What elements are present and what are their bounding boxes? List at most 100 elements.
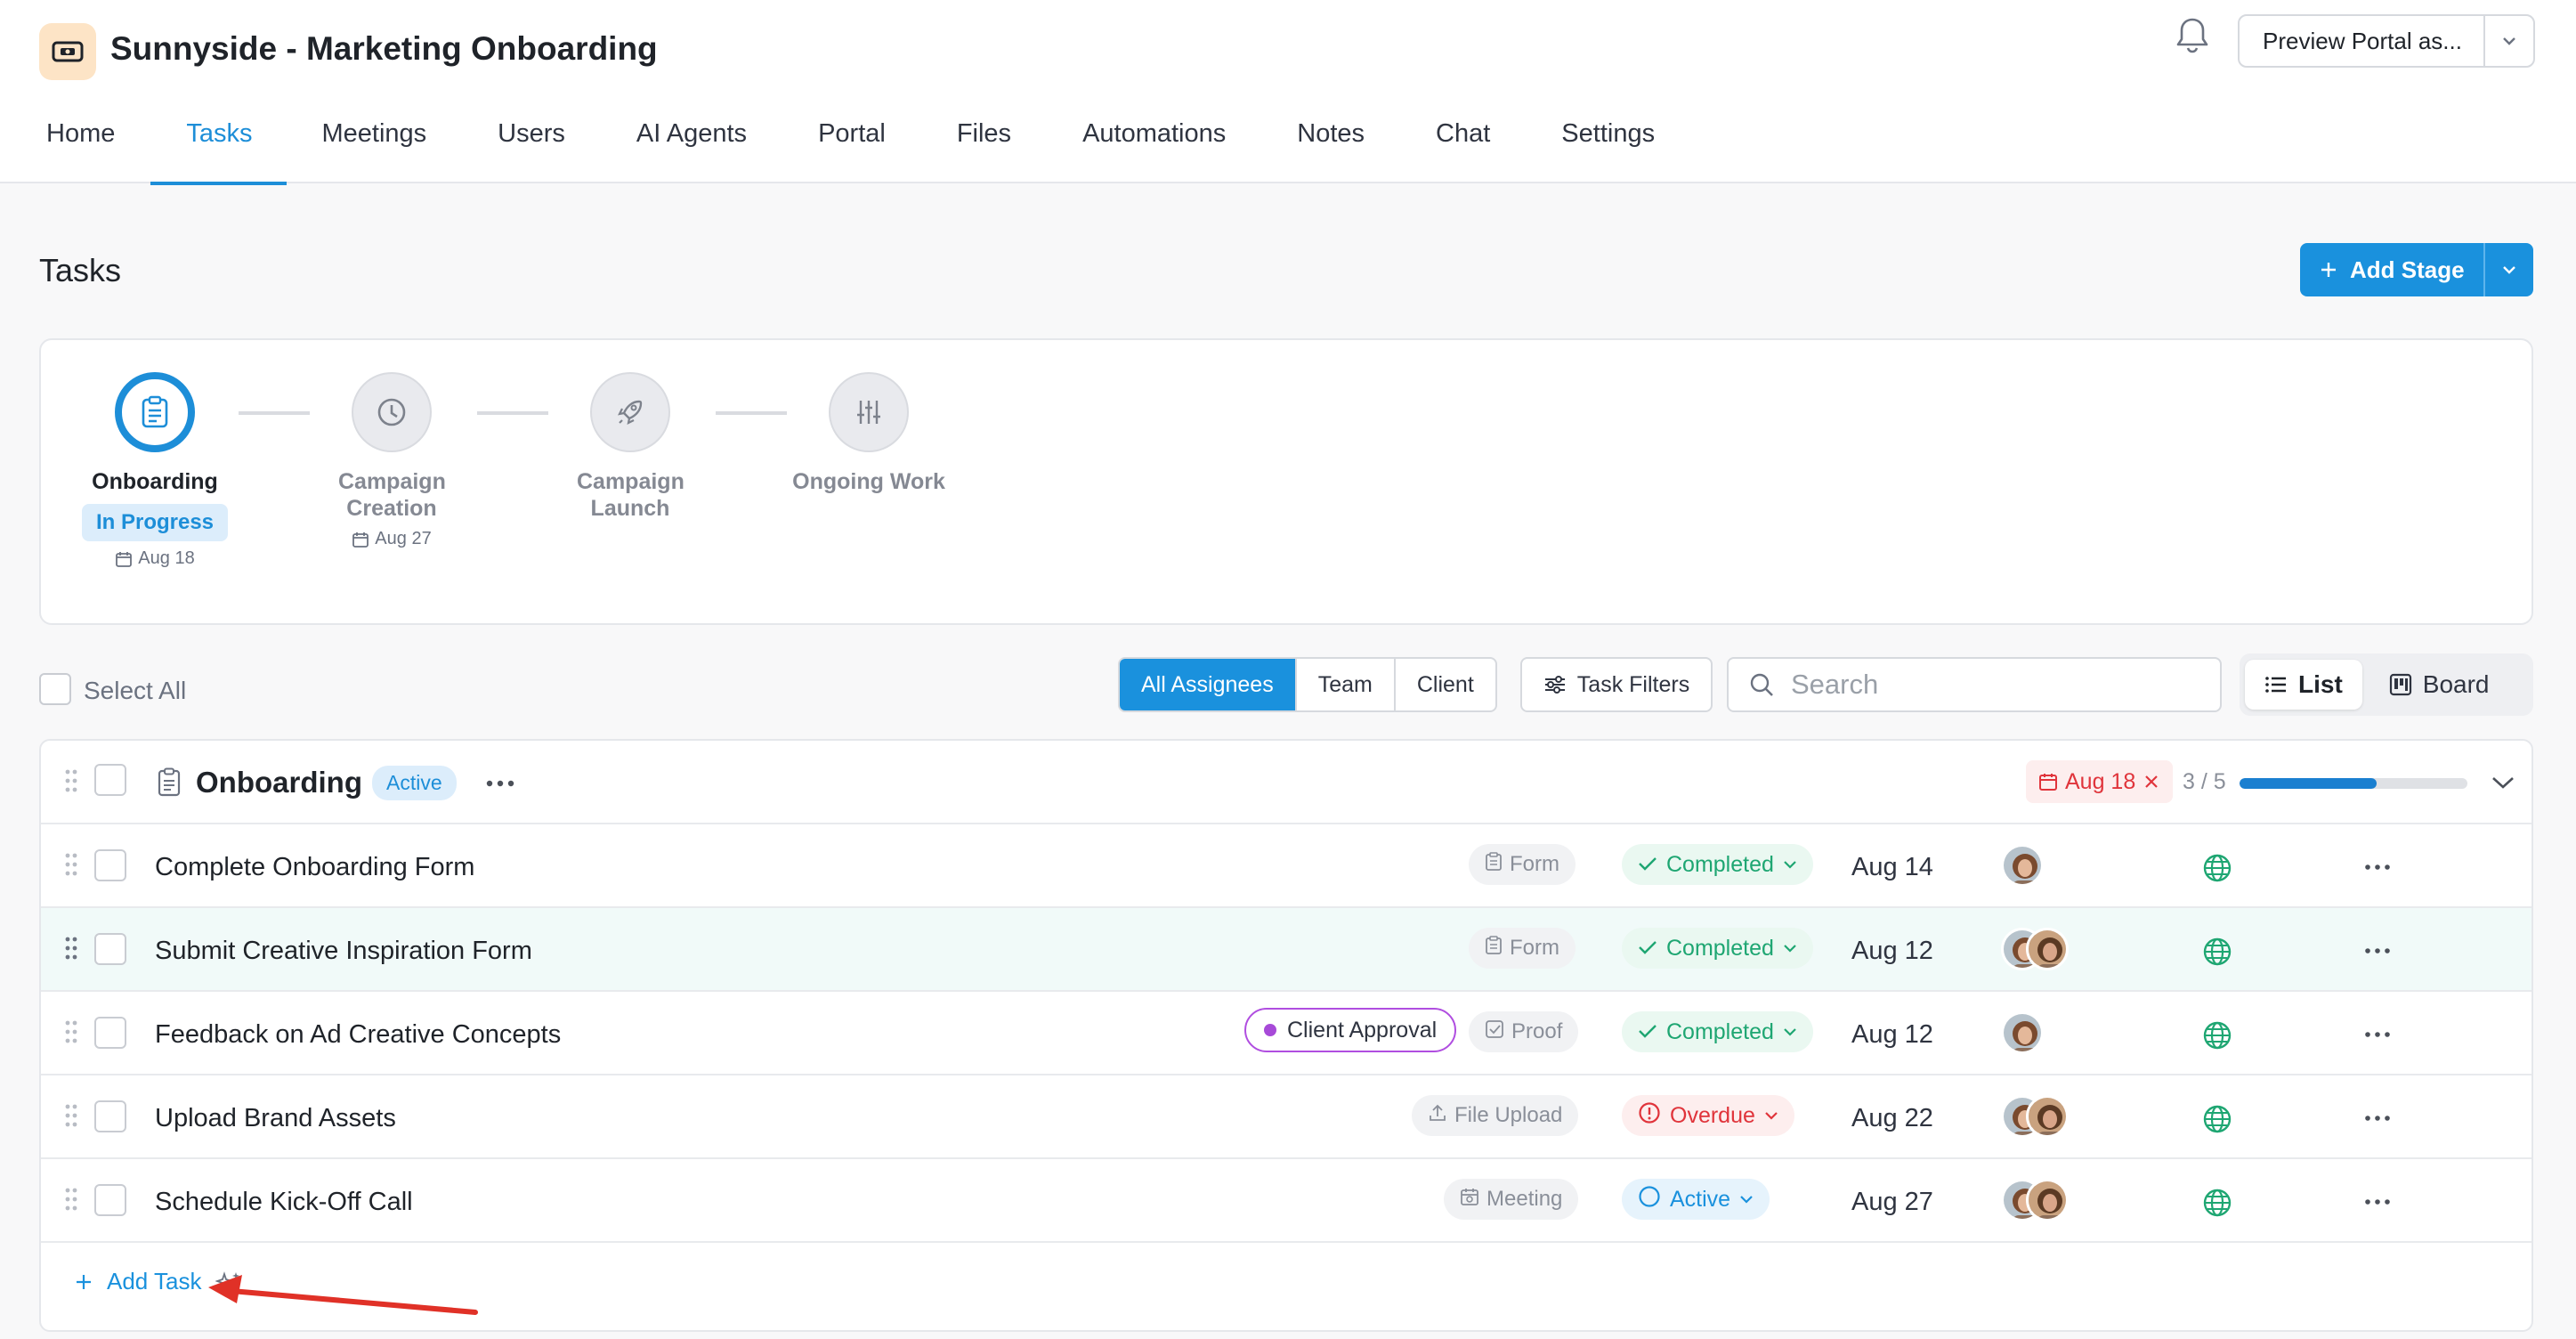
task-due-date[interactable]: Aug 27 [1851,1188,1933,1217]
avatar[interactable] [2026,1179,2069,1221]
tab-portal[interactable]: Portal [818,107,886,183]
task-name[interactable]: Schedule Kick-Off Call [155,1188,413,1217]
group-due-date-chip[interactable]: Aug 18 [2026,760,2174,803]
task-status-dropdown[interactable]: Completed [1622,1011,1813,1052]
group-title[interactable]: Onboarding [196,766,362,799]
drag-handle-icon[interactable] [64,1102,78,1129]
view-list-button[interactable]: List [2245,660,2362,710]
task-status-dropdown[interactable]: Active [1622,1179,1770,1220]
chevron-down-icon [1765,1112,1778,1120]
task-row[interactable]: Schedule Kick-Off Call Meeting Active Aug 2… [41,1159,2531,1243]
tab-files[interactable]: Files [957,107,1011,183]
filter-all-assignees[interactable]: All Assignees [1120,659,1297,710]
more-options-icon[interactable] [2364,1031,2391,1038]
task-filters-button[interactable]: Task Filters [1520,657,1713,712]
task-status-dropdown[interactable]: Overdue [1622,1095,1794,1136]
drag-handle-icon[interactable] [64,1186,78,1213]
task-row[interactable]: Submit Creative Inspiration Form Form Comp… [41,908,2531,992]
search-box[interactable] [1727,657,2222,712]
globe-icon[interactable] [2202,1104,2232,1134]
search-input[interactable] [1791,669,2183,701]
globe-icon[interactable] [2202,1188,2232,1218]
tab-ai-agents[interactable]: AI Agents [636,107,747,183]
task-status-dropdown[interactable]: Completed [1622,928,1813,969]
select-all-label[interactable]: Select All [84,677,186,705]
task-name[interactable]: Upload Brand Assets [155,1104,396,1133]
group-due-text: Aug 18 [2065,768,2136,794]
drag-handle-icon[interactable] [64,767,78,794]
view-board-label: Board [2422,670,2490,698]
assignee-avatars[interactable] [2001,928,2069,972]
preview-portal-button[interactable]: Preview Portal as... [2238,14,2535,68]
assignee-avatars[interactable] [2001,1095,2069,1140]
tab-automations[interactable]: Automations [1082,107,1226,183]
globe-icon[interactable] [2202,937,2232,967]
assignee-avatars[interactable] [2001,844,2044,889]
task-checkbox[interactable] [94,1017,126,1049]
task-row[interactable]: Feedback on Ad Creative Concepts Client A… [41,992,2531,1075]
globe-icon[interactable] [2202,853,2232,883]
tab-users[interactable]: Users [498,107,565,183]
task-checkbox[interactable] [94,849,126,881]
task-name[interactable]: Feedback on Ad Creative Concepts [155,1020,561,1050]
more-options-icon[interactable] [2364,1115,2391,1122]
more-options-icon[interactable] [486,780,514,787]
view-board-button[interactable]: Board [2369,660,2509,710]
drag-handle-icon[interactable] [64,1018,78,1045]
status-label: Completed [1666,935,1774,961]
add-stage-button[interactable]: Add Stage [2300,243,2533,296]
notifications-bell-icon[interactable] [2172,14,2213,59]
filter-team[interactable]: Team [1297,659,1396,710]
task-due-date[interactable]: Aug 22 [1851,1104,1933,1133]
assignee-avatars[interactable] [2001,1179,2069,1223]
drag-handle-icon[interactable] [64,935,78,962]
add-stage-dropdown-chevron-icon[interactable] [2483,243,2533,296]
clock-icon [352,372,432,452]
select-all-checkbox[interactable] [39,673,71,705]
chevron-down-icon[interactable] [2491,775,2515,791]
status-completed-icon [1638,1019,1657,1045]
task-row[interactable]: Upload Brand Assets File Upload Overdue Aug… [41,1075,2531,1159]
tab-settings[interactable]: Settings [1561,107,1655,183]
task-checkbox[interactable] [94,1184,126,1216]
stage-ongoing-work[interactable]: Ongoing Work [780,372,958,495]
stage-campaign-launch[interactable]: Campaign Launch [541,372,719,522]
tab-meetings[interactable]: Meetings [322,107,427,183]
drag-handle-icon[interactable] [64,851,78,878]
close-icon[interactable] [2143,773,2160,791]
avatar[interactable] [2001,1011,2044,1054]
task-due-date[interactable]: Aug 12 [1851,937,1933,966]
task-status-dropdown[interactable]: Completed [1622,844,1813,885]
assignee-avatars[interactable] [2001,1011,2044,1056]
avatar[interactable] [2001,844,2044,887]
task-name[interactable]: Complete Onboarding Form [155,853,474,882]
more-options-icon[interactable] [2364,1198,2391,1205]
task-filters-label: Task Filters [1576,671,1690,697]
plus-icon [77,1274,91,1289]
task-row[interactable]: Complete Onboarding Form Form Completed Aug… [41,824,2531,908]
tab-chat[interactable]: Chat [1436,107,1490,183]
task-checkbox[interactable] [94,1100,126,1132]
avatar[interactable] [2026,1095,2069,1138]
filter-client[interactable]: Client [1396,659,1495,710]
task-due-date[interactable]: Aug 14 [1851,853,1933,882]
task-type-chip: Form [1469,844,1576,885]
clipboard-icon [115,372,195,452]
add-stage-main[interactable]: Add Stage [2300,256,2483,284]
tab-notes[interactable]: Notes [1297,107,1365,183]
more-options-icon[interactable] [2364,864,2391,871]
group-checkbox[interactable] [94,764,126,796]
task-due-date[interactable]: Aug 12 [1851,1020,1933,1050]
stage-campaign-creation[interactable]: Campaign Creation Aug 27 [303,372,481,549]
task-name[interactable]: Submit Creative Inspiration Form [155,937,532,966]
stage-onboarding[interactable]: Onboarding In Progress Aug 18 [66,372,244,569]
avatar[interactable] [2026,928,2069,970]
tab-tasks[interactable]: Tasks [150,107,287,185]
client-approval-tag[interactable]: Client Approval [1244,1008,1457,1052]
globe-icon[interactable] [2202,1020,2232,1051]
chevron-down-icon[interactable] [2483,16,2533,66]
more-options-icon[interactable] [2364,947,2391,954]
task-checkbox[interactable] [94,933,126,965]
tab-home[interactable]: Home [46,107,115,183]
stages-panel: Onboarding In Progress Aug 18 Campaign C… [39,338,2533,625]
